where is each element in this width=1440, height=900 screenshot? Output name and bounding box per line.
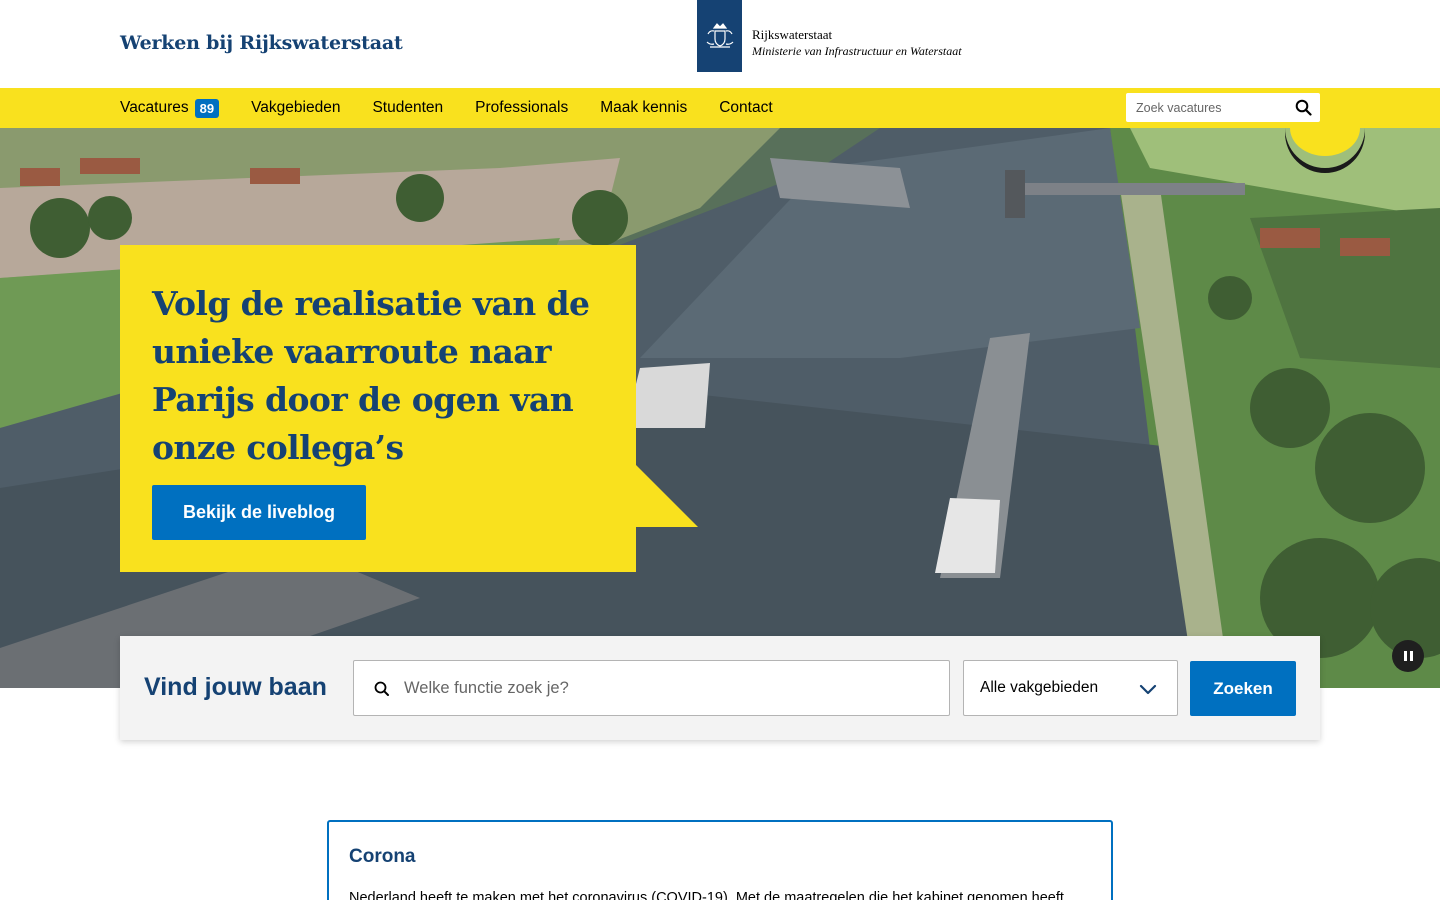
nav-item-studenten[interactable]: Studenten [372,99,443,117]
job-search-heading: Vind jouw baan [144,673,327,701]
site-title-link[interactable]: Werken bij Rijkswaterstaat [120,32,403,54]
search-icon [374,681,389,696]
hero-title: Volg de realisatie van de unieke vaarrou… [152,284,590,467]
nav-item-vakgebieden[interactable]: Vakgebieden [251,99,340,117]
nav-item-label: Vacatures [120,99,189,116]
logo-wordmark[interactable]: Rijkswaterstaat Ministerie van Infrastru… [752,27,962,59]
job-search-input[interactable] [404,661,934,715]
logo-subtitle: Ministerie van Infrastructuur en Waterst… [752,44,962,58]
nav-item-label: Studenten [372,99,444,116]
logo-name: Rijkswaterstaat [752,27,833,42]
vakgebied-select-value: Alle vakgebieden [980,679,1099,696]
nav-search-input[interactable] [1126,93,1286,122]
vacancy-count-badge: 89 [194,98,220,118]
main-navigation: Vacatures 89 Vakgebieden Studenten Profe… [0,88,1440,128]
nav-item-contact[interactable]: Contact [719,99,772,117]
nav-item-label: Contact [719,99,773,116]
nav-item-vacatures[interactable]: Vacatures 89 [120,98,220,118]
pause-icon[interactable] [1392,640,1424,672]
pause-bar [1409,651,1413,661]
vakgebied-select[interactable]: Alle vakgebieden [963,660,1178,716]
corona-notice-text: Nederland heeft te maken met het coronav… [349,890,1064,900]
job-search-submit-button[interactable]: Zoeken [1190,661,1296,716]
rijkswapen-crest-icon[interactable] [697,0,742,72]
pause-bar [1403,651,1407,661]
corona-notice: Corona Nederland heeft te maken met het … [327,820,1113,900]
corona-notice-title: Corona [349,846,416,867]
chevron-down-icon [1139,684,1157,695]
job-search-field [353,660,950,716]
site-header: Werken bij Rijkswaterstaat Rijkswatersta… [0,0,1440,88]
nav-item-label: Maak kennis [600,99,688,116]
search-icon[interactable] [1295,99,1312,116]
nav-search-box [1126,93,1320,122]
nav-item-maak-kennis[interactable]: Maak kennis [600,99,687,117]
nav-item-label: Vakgebieden [251,99,341,116]
nav-item-label: Professionals [475,99,569,116]
liveblog-button[interactable]: Bekijk de liveblog [152,485,366,540]
promo-card-pointer [636,465,698,527]
job-search-panel: Vind jouw baan Alle vakgebieden Zoeken [120,636,1320,740]
nav-item-professionals[interactable]: Professionals [475,99,568,117]
